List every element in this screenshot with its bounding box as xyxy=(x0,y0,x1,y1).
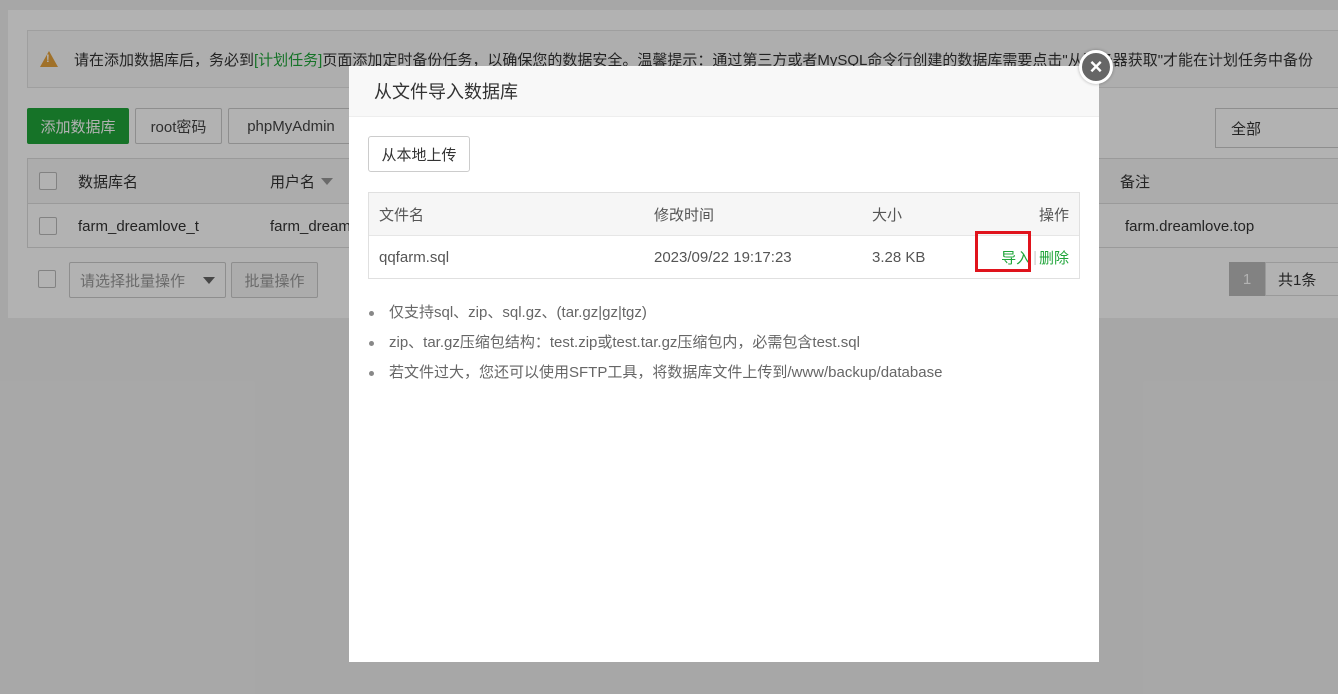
file-mtime: 2023/09/22 19:17:23 xyxy=(654,249,792,266)
tips-list: 仅支持sql、zip、sql.gz、(tar.gz|gz|tgz) zip、ta… xyxy=(369,298,942,388)
file-table: 文件名 修改时间 大小 操作 qqfarm.sql 2023/09/22 19:… xyxy=(368,192,1080,279)
ops-separator: | xyxy=(1033,249,1037,266)
delete-link[interactable]: 删除 xyxy=(1039,247,1069,268)
list-item: zip、tar.gz压缩包结构：test.zip或test.tar.gz压缩包内… xyxy=(369,328,942,358)
header-size: 大小 xyxy=(872,206,903,224)
import-modal: 从文件导入数据库 从本地上传 文件名 修改时间 大小 操作 qqfarm.sql… xyxy=(349,66,1099,662)
close-icon[interactable]: × xyxy=(1079,50,1113,84)
list-item: 仅支持sql、zip、sql.gz、(tar.gz|gz|tgz) xyxy=(369,298,942,328)
list-item: 若文件过大，您还可以使用SFTP工具，将数据库文件上传到/www/backup/… xyxy=(369,358,942,388)
header-filename: 文件名 xyxy=(379,206,425,224)
file-size: 3.28 KB xyxy=(872,249,926,266)
table-row: qqfarm.sql 2023/09/22 19:17:23 3.28 KB 导… xyxy=(369,236,1079,279)
upload-local-button[interactable]: 从本地上传 xyxy=(368,136,470,172)
header-ops: 操作 xyxy=(1038,206,1069,224)
import-highlight-box xyxy=(975,231,1031,272)
header-mtime: 修改时间 xyxy=(654,206,715,224)
file-name: qqfarm.sql xyxy=(379,249,450,266)
file-table-header: 文件名 修改时间 大小 操作 xyxy=(369,193,1079,236)
modal-title: 从文件导入数据库 xyxy=(349,66,1099,117)
